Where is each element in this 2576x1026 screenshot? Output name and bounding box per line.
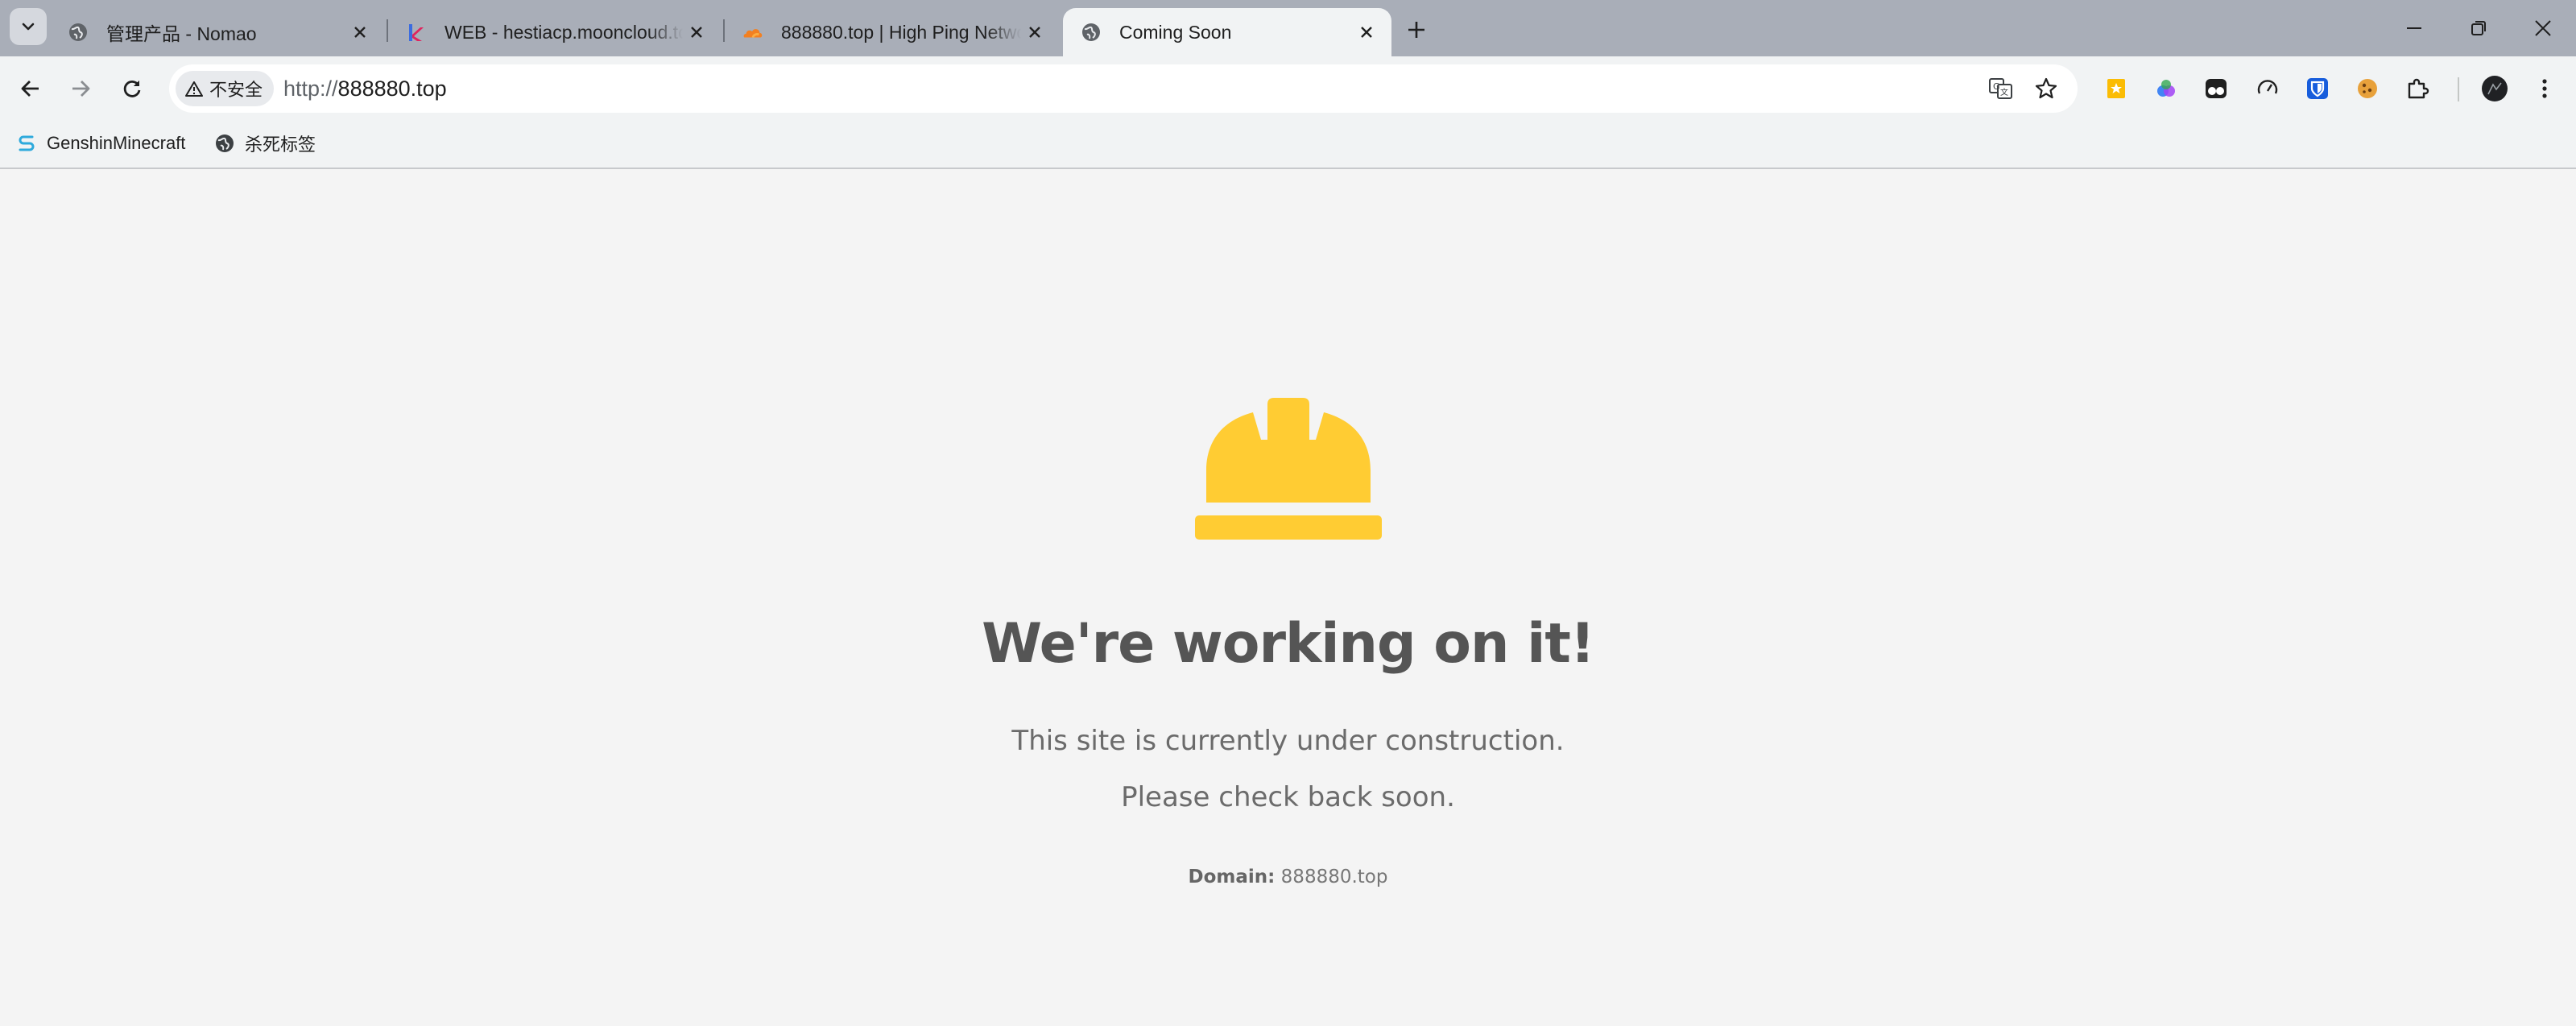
bookmark-genshinminecraft[interactable]: GenshinMinecraft <box>16 127 185 159</box>
minimize-button[interactable] <box>2390 8 2438 48</box>
tab-nomao[interactable]: 管理产品 - Nomao <box>50 8 385 56</box>
url-host: 888880.top <box>337 77 447 101</box>
tab-coming-soon[interactable]: Coming Soon <box>1063 8 1391 56</box>
svg-text:G: G <box>1993 81 2000 92</box>
globe-icon <box>1081 22 1102 43</box>
close-tab-icon[interactable] <box>1021 19 1048 46</box>
close-tab-icon[interactable] <box>683 19 710 46</box>
toolbar: 不安全 http://888880.top G文 <box>0 56 2576 121</box>
page-content: We're working on it! This site is curren… <box>0 171 2576 1026</box>
bookmark-label: GenshinMinecraft <box>47 133 186 153</box>
browser-window: 管理产品 - Nomao WEB - hestiacp.mooncloud.to… <box>0 0 2576 1026</box>
security-chip[interactable]: 不安全 <box>176 71 275 106</box>
security-chip-label: 不安全 <box>209 80 263 100</box>
new-tab-button[interactable] <box>1400 13 1433 47</box>
reload-icon <box>123 81 141 97</box>
toolbar-separator <box>2458 77 2459 101</box>
restore-button[interactable] <box>2454 8 2503 48</box>
forward-button[interactable] <box>63 71 98 106</box>
close-tab-icon[interactable] <box>1353 19 1380 46</box>
bookmark-label: 杀死标签 <box>245 134 316 155</box>
bookmark-star-icon[interactable] <box>2032 75 2060 102</box>
url-scheme: http:// <box>283 77 338 101</box>
s-logo-icon <box>19 135 35 151</box>
colorful-extension-icon[interactable] <box>2150 72 2182 105</box>
domain-label: Domain: <box>1188 867 1276 887</box>
bookmarks-bar: GenshinMinecraft 杀死标签 <box>0 121 2576 169</box>
hestia-logo-icon <box>406 22 427 43</box>
arrow-right-icon <box>72 81 90 97</box>
restore-icon <box>2471 21 2486 35</box>
warning-icon <box>185 81 203 97</box>
translate-icon[interactable]: G文 <box>1987 75 2015 102</box>
tab-title: 888880.top | High Ping Network <box>781 21 1021 43</box>
tab-strip: 管理产品 - Nomao WEB - hestiacp.mooncloud.to… <box>0 0 2576 56</box>
svg-text:文: 文 <box>2000 87 2008 97</box>
page-headline: We're working on it! <box>982 612 1595 676</box>
tab-title: WEB - hestiacp.mooncloud.to <box>444 21 683 43</box>
url-text[interactable]: http://888880.top <box>283 77 447 101</box>
tab-search-button[interactable] <box>10 8 47 45</box>
profile-avatar[interactable] <box>2479 72 2511 105</box>
close-icon <box>2535 20 2551 36</box>
address-bar[interactable]: 不安全 http://888880.top G文 <box>169 64 2078 113</box>
tampermonkey-icon[interactable] <box>2200 72 2232 105</box>
bookmark-kill-tabs[interactable]: 杀死标签 <box>214 127 316 159</box>
close-tab-icon[interactable] <box>346 19 374 46</box>
hard-hat-icon <box>1195 398 1382 540</box>
globe-icon <box>216 134 234 152</box>
bookmark-extension-icon[interactable] <box>2100 72 2132 105</box>
back-button[interactable] <box>13 71 48 106</box>
extensions-puzzle-icon[interactable] <box>2401 72 2433 105</box>
close-window-button[interactable] <box>2519 8 2567 48</box>
tab-hestiacp[interactable]: WEB - hestiacp.mooncloud.to <box>388 8 722 56</box>
domain-info: Domain: 888880.top <box>0 867 2576 887</box>
plus-icon <box>1408 22 1424 38</box>
cloudflare-icon <box>742 22 763 43</box>
domain-value: 888880.top <box>1280 867 1388 887</box>
cookie-icon[interactable] <box>2351 72 2384 105</box>
minimize-icon <box>2407 27 2421 29</box>
bitwarden-icon[interactable] <box>2301 72 2334 105</box>
chevron-down-icon <box>22 23 35 31</box>
tab-title: Coming Soon <box>1119 21 1232 43</box>
menu-kebab-icon[interactable] <box>2528 72 2561 105</box>
reload-button[interactable] <box>114 71 150 106</box>
check-back-message: Please check back soon. <box>1121 781 1455 813</box>
arrow-left-icon <box>21 81 39 97</box>
speed-gauge-icon[interactable] <box>2251 72 2284 105</box>
tab-cloudflare[interactable]: 888880.top | High Ping Network <box>725 8 1060 56</box>
construction-message: This site is currently under constructio… <box>1011 725 1565 757</box>
globe-icon <box>68 22 89 43</box>
tab-title: 管理产品 - Nomao <box>106 23 257 44</box>
